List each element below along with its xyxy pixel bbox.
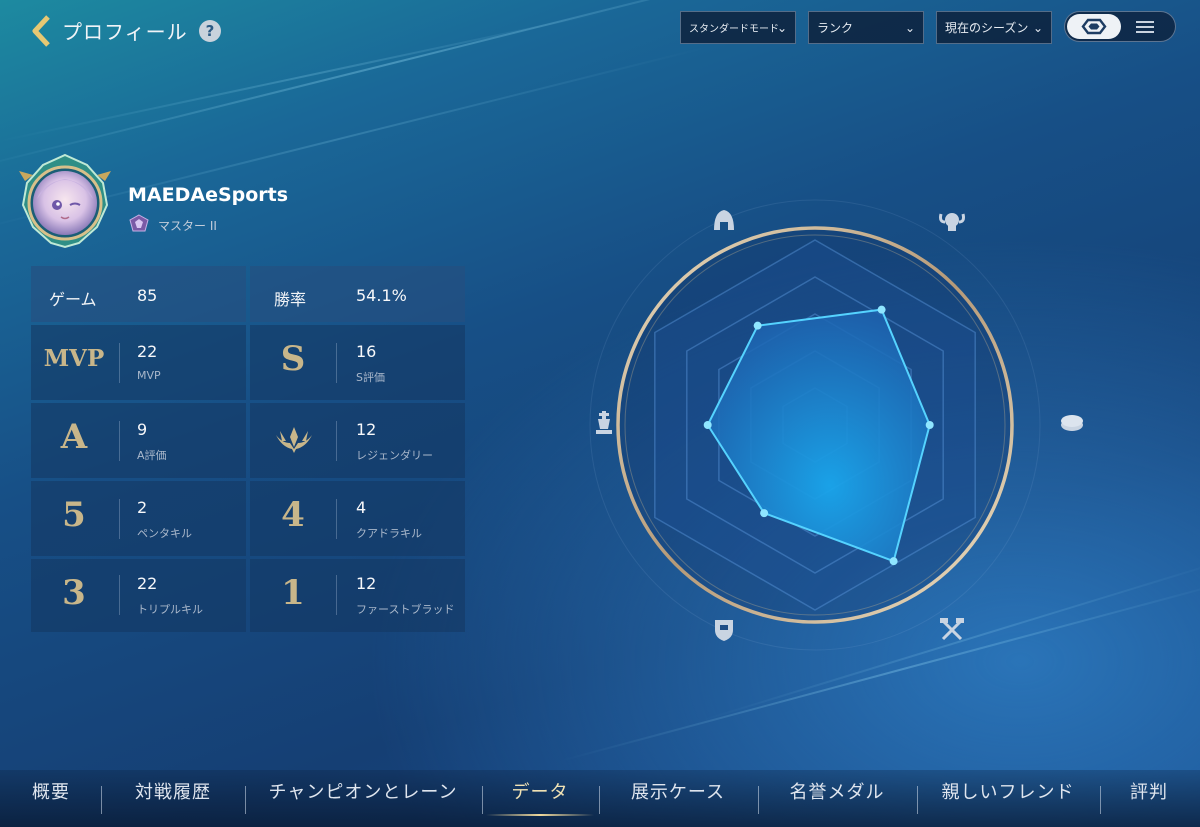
stat-label: A評価 bbox=[137, 449, 167, 462]
tab-overview[interactable]: 概要 bbox=[20, 778, 82, 804]
stat-value: 9 bbox=[137, 420, 148, 439]
stat-label: ペンタキル bbox=[137, 527, 192, 540]
chevron-down-icon: ⌄ bbox=[1032, 21, 1043, 35]
stat-cell-mvp: MVP 22 MVP bbox=[31, 325, 246, 400]
stat-cell-first-blood: 1 12 ファーストブラッド bbox=[250, 559, 465, 632]
radar-point-chess-king-icon bbox=[703, 421, 712, 429]
mvp-icon: MVP bbox=[43, 345, 105, 372]
radar-point-crossed-hammers-icon bbox=[889, 557, 898, 566]
winrate-cell: 勝率 54.1% bbox=[250, 266, 465, 322]
season-dropdown[interactable]: 現在のシーズン ⌄ bbox=[936, 11, 1052, 44]
stat-value: 22 bbox=[137, 574, 158, 593]
bottom-tab-bar: 概要 対戦履歴 チャンピオンとレーン データ 展示ケース 名誉メダル 親しいフレ… bbox=[0, 770, 1200, 827]
stat-label: ファーストブラッド bbox=[356, 603, 455, 616]
tab-close-friends[interactable]: 親しいフレンド bbox=[935, 778, 1081, 804]
list-view-button[interactable] bbox=[1119, 14, 1171, 39]
page-title: プロフィール bbox=[62, 20, 188, 44]
s-rating-icon: S bbox=[280, 339, 306, 379]
ram-skull-icon bbox=[938, 206, 966, 239]
stat-value: 12 bbox=[356, 574, 377, 593]
radar-point-helmet-icon bbox=[753, 321, 762, 330]
a-rating-icon: A bbox=[60, 417, 88, 457]
queue-dropdown[interactable]: ランク ⌄ bbox=[808, 11, 924, 44]
chess-king-icon bbox=[590, 409, 618, 442]
master-rank-icon bbox=[129, 214, 149, 232]
games-label: ゲーム bbox=[49, 290, 97, 309]
shield-icon bbox=[710, 616, 738, 649]
quadra-kill-icon: 4 bbox=[281, 495, 305, 535]
helmet-icon bbox=[710, 206, 738, 239]
hexagon-icon bbox=[1081, 18, 1107, 35]
winrate-label: 勝率 bbox=[274, 290, 307, 309]
stat-label: クアドラキル bbox=[356, 527, 422, 540]
tab-match-history[interactable]: 対戦履歴 bbox=[120, 778, 226, 804]
stat-value: 22 bbox=[137, 342, 158, 361]
triple-kill-icon: 3 bbox=[62, 573, 86, 613]
tab-honor-medals[interactable]: 名誉メダル bbox=[776, 778, 898, 804]
first-blood-icon: 1 bbox=[281, 573, 305, 613]
stat-label: レジェンダリー bbox=[356, 449, 433, 462]
back-chevron-icon[interactable] bbox=[30, 14, 54, 48]
stat-cell-quadra-kill: 4 4 クアドラキル bbox=[250, 481, 465, 556]
stat-cell-triple-kill: 3 22 トリプルキル bbox=[31, 559, 246, 632]
stat-cell-legendary: 12 レジェンダリー bbox=[250, 403, 465, 478]
avatar[interactable] bbox=[17, 153, 113, 249]
stat-cell-a-rating: A 9 A評価 bbox=[31, 403, 246, 478]
penta-kill-icon: 5 bbox=[62, 495, 86, 535]
rank-label: マスター II bbox=[158, 219, 217, 233]
list-icon bbox=[1136, 21, 1154, 33]
mode-dropdown[interactable]: スタンダードモード ⌄ bbox=[680, 11, 796, 44]
stat-value: 2 bbox=[137, 498, 148, 517]
stat-cell-s-rating: S 16 S評価 bbox=[250, 325, 465, 400]
crossed-hammers-icon bbox=[938, 616, 966, 649]
active-tab-indicator bbox=[486, 814, 594, 816]
legendary-icon bbox=[276, 427, 312, 453]
stat-value: 4 bbox=[356, 498, 367, 517]
stat-label: MVP bbox=[137, 369, 161, 382]
help-icon[interactable]: ? bbox=[199, 20, 221, 42]
mode-dropdown-label: スタンダードモード bbox=[689, 24, 779, 35]
radar-point-shield-icon bbox=[760, 509, 769, 518]
view-toggle[interactable] bbox=[1064, 11, 1176, 42]
stat-label: S評価 bbox=[356, 371, 385, 384]
season-dropdown-label: 現在のシーズン bbox=[945, 21, 1029, 35]
stats-panel: ゲーム 85 勝率 54.1% MVP 22 MVP S 16 S評価 A 9 … bbox=[31, 266, 465, 632]
stat-value: 16 bbox=[356, 342, 377, 361]
stat-cell-penta-kill: 5 2 ペンタキル bbox=[31, 481, 246, 556]
chevron-down-icon: ⌄ bbox=[904, 21, 915, 35]
radar-point-coin-icon bbox=[925, 421, 934, 429]
winrate-value: 54.1% bbox=[356, 286, 407, 305]
coin-icon bbox=[1058, 409, 1086, 442]
performance-radar bbox=[589, 199, 1041, 651]
queue-dropdown-label: ランク bbox=[817, 21, 854, 35]
stat-label: トリプルキル bbox=[137, 603, 203, 616]
tab-reputation[interactable]: 評判 bbox=[1118, 778, 1180, 804]
chevron-down-icon: ⌄ bbox=[776, 21, 787, 35]
tab-data[interactable]: データ bbox=[500, 778, 580, 804]
player-name: MAEDAeSports bbox=[128, 184, 289, 206]
tab-champions-lanes[interactable]: チャンピオンとレーン bbox=[264, 778, 462, 804]
tab-showcase[interactable]: 展示ケース bbox=[616, 778, 740, 804]
hexagon-view-button[interactable] bbox=[1067, 14, 1121, 39]
games-cell: ゲーム 85 bbox=[31, 266, 246, 322]
games-value: 85 bbox=[137, 286, 158, 305]
stat-value: 12 bbox=[356, 420, 377, 439]
radar-point-ram-skull-icon bbox=[877, 305, 886, 314]
